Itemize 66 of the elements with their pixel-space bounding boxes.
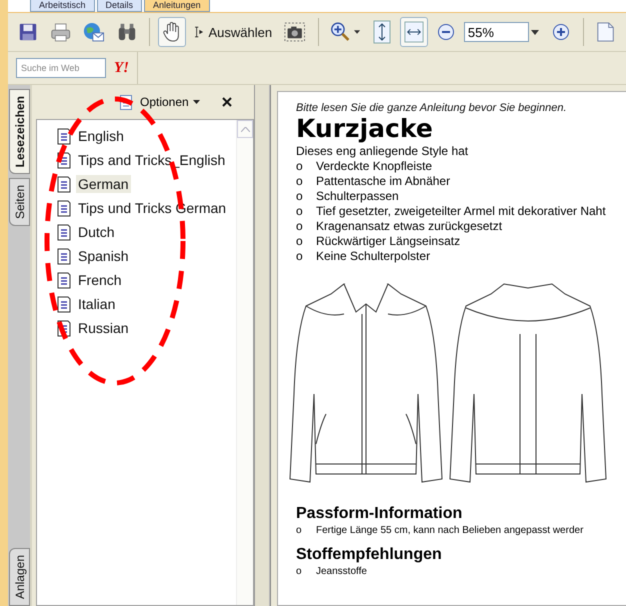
bookmark-item[interactable]: Russian (76, 319, 131, 337)
minus-circle-icon (436, 23, 455, 41)
bookmark-icon (57, 200, 71, 216)
intro-text: Dieses eng anliegende Style hat (296, 144, 470, 159)
options-menu[interactable]: Optionen (138, 95, 202, 109)
bullet: o (296, 174, 304, 189)
section-heading: Stoffempfehlungen (296, 545, 443, 565)
select-tool-button[interactable]: Auswählen (190, 17, 276, 47)
document-title: Kurzjacke (296, 114, 434, 144)
window-tab[interactable]: Arbeitstisch (30, 0, 95, 12)
fit-width-button[interactable] (400, 17, 428, 47)
bullet: o (296, 204, 304, 219)
fit-page-icon (372, 20, 391, 44)
bookmark-item[interactable]: Tips und Tricks German (76, 199, 228, 217)
fit-width-icon (404, 20, 424, 44)
bookmark-icon (57, 248, 71, 264)
window-tab[interactable]: Anleitungen (144, 0, 210, 12)
search-logo[interactable]: Y! (114, 60, 129, 76)
bullet: o (296, 219, 304, 234)
section-item: Fertige Länge 55 cm, kann nach Belieben angepasst werder (316, 524, 584, 537)
caret-icon[interactable] (531, 30, 540, 34)
bookmark-item[interactable]: Dutch (76, 223, 117, 241)
page-icon (596, 20, 616, 44)
feature-item: Keine Schulterpolster (316, 249, 430, 264)
bookmark-item[interactable]: French (76, 271, 124, 289)
printer-icon (50, 21, 72, 43)
section-item: Jeansstoffe (316, 565, 367, 578)
bookmark-item[interactable]: Tips and Tricks_English (76, 151, 228, 169)
bookmark-item[interactable]: English (76, 127, 126, 145)
bullet: o (296, 234, 304, 249)
bookmark-icon (57, 272, 71, 288)
close-icon[interactable] (222, 97, 232, 107)
globe-envelope-icon (83, 21, 105, 43)
bookmark-icon (57, 176, 71, 192)
side-tab[interactable]: Lesezeichen (9, 89, 30, 174)
binoculars-icon (116, 21, 137, 43)
bullet: o (296, 159, 304, 174)
feature-item: Kragenansatz etwas zurückgesetzt (316, 219, 502, 234)
side-tab[interactable]: Anlagen (9, 548, 30, 606)
section-heading: Passform-Information (296, 504, 464, 524)
feature-item: Schulterpassen (316, 189, 399, 204)
feature-item: Verdeckte Knopfleiste (316, 159, 432, 174)
bullet: o (296, 565, 303, 578)
bookmark-icon (57, 128, 71, 144)
bullet: o (296, 524, 303, 537)
camera-icon (284, 21, 306, 43)
hand-icon (162, 20, 182, 44)
plus-circle-icon (552, 23, 570, 41)
document-note: Bitte lesen Sie die ganze Anleitung bevor Sie beginnen. (296, 102, 568, 114)
side-tab[interactable]: Seiten (9, 178, 30, 226)
bullet: o (296, 189, 304, 204)
hand-tool-button[interactable] (158, 17, 186, 47)
feature-item: Tief gesetzter, zweigeteilter Armel mit dekorativer Naht (316, 204, 606, 219)
scrollbar[interactable] (236, 120, 253, 605)
bullet: o (296, 249, 304, 264)
caret-icon (354, 30, 360, 34)
search-field[interactable]: Suche im Web (16, 58, 106, 78)
feature-item: Rückwärtiger Längseinsatz (316, 234, 460, 249)
window-tab[interactable]: Details (96, 0, 142, 12)
bookmark-icon (57, 224, 71, 240)
feature-item: Pattentasche im Abnäher (316, 174, 450, 189)
bookmark-item[interactable]: Italian (76, 295, 118, 313)
bookmark-icon (57, 296, 71, 312)
bookmark-item[interactable]: German (76, 175, 131, 193)
caret-icon (192, 100, 200, 104)
bookmark-item[interactable]: Spanish (76, 247, 131, 265)
